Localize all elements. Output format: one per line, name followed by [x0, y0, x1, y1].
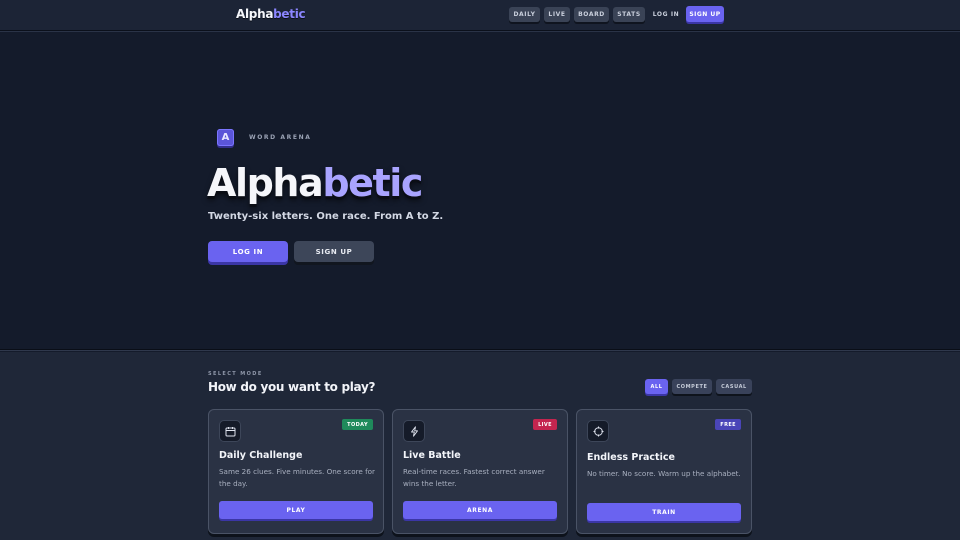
lightning-icon	[403, 420, 425, 442]
card-title: Daily Challenge	[219, 450, 303, 461]
filter-all-button[interactable]: ALL	[645, 379, 668, 394]
hero-login-button[interactable]: LOG IN	[208, 241, 288, 262]
nav-daily-button[interactable]: DAILY	[509, 7, 540, 22]
nav-signup-button[interactable]: SIGN UP	[686, 6, 724, 22]
nav-stats-button[interactable]: STATS	[613, 7, 645, 22]
nav-login-link[interactable]: LOG IN	[651, 7, 681, 22]
section-divider	[0, 349, 960, 351]
mode-card-live[interactable]: LIVE Live Battle Real-time races. Fastes…	[392, 409, 568, 534]
hero-signup-button[interactable]: SIGN UP	[294, 241, 374, 262]
top-nav: Alphabetic DAILY LIVE BOARD STATS LOG IN…	[0, 0, 960, 31]
card-title: Live Battle	[403, 450, 461, 461]
filter-compete-button[interactable]: COMPETE	[672, 379, 712, 394]
hero-eyebrow: WORD ARENA	[249, 134, 312, 141]
brand-accent: betic	[273, 7, 306, 21]
target-icon	[587, 420, 609, 442]
hero-title: Alphabetic	[207, 161, 423, 205]
hero-section	[0, 32, 960, 349]
play-button[interactable]: PLAY	[219, 501, 373, 519]
hero-title-accent: betic	[322, 161, 423, 205]
mode-section-title: How do you want to play?	[208, 380, 376, 394]
today-badge: TODAY	[342, 419, 373, 430]
nav-live-button[interactable]: LIVE	[544, 7, 570, 22]
card-description: No timer. No score. Warm up the alphabet…	[587, 469, 741, 478]
mode-card-practice[interactable]: FREE Endless Practice No timer. No score…	[576, 409, 752, 534]
calendar-icon	[219, 420, 241, 442]
train-button[interactable]: TRAIN	[587, 503, 741, 521]
free-badge: FREE	[715, 419, 741, 430]
nav-board-button[interactable]: BOARD	[574, 7, 609, 22]
card-description: Real-time races. Fastest correct answer …	[403, 467, 545, 488]
card-description: Same 26 clues. Five minutes. One score f…	[219, 467, 375, 488]
page: Alphabetic DAILY LIVE BOARD STATS LOG IN…	[0, 0, 960, 540]
logo-tile-icon: A	[217, 129, 234, 146]
brand-logo[interactable]: Alphabetic	[236, 7, 306, 21]
mode-card-daily[interactable]: TODAY Daily Challenge Same 26 clues. Fiv…	[208, 409, 384, 534]
brand-main: Alpha	[236, 7, 274, 21]
card-title: Endless Practice	[587, 452, 675, 463]
live-badge: LIVE	[533, 419, 557, 430]
filter-casual-button[interactable]: CASUAL	[716, 379, 752, 394]
hero-tagline: Twenty-six letters. One race. From A to …	[208, 211, 444, 222]
arena-button[interactable]: ARENA	[403, 501, 557, 519]
hero-title-main: Alpha	[207, 161, 324, 205]
mode-section-label: SELECT MODE	[208, 371, 263, 377]
